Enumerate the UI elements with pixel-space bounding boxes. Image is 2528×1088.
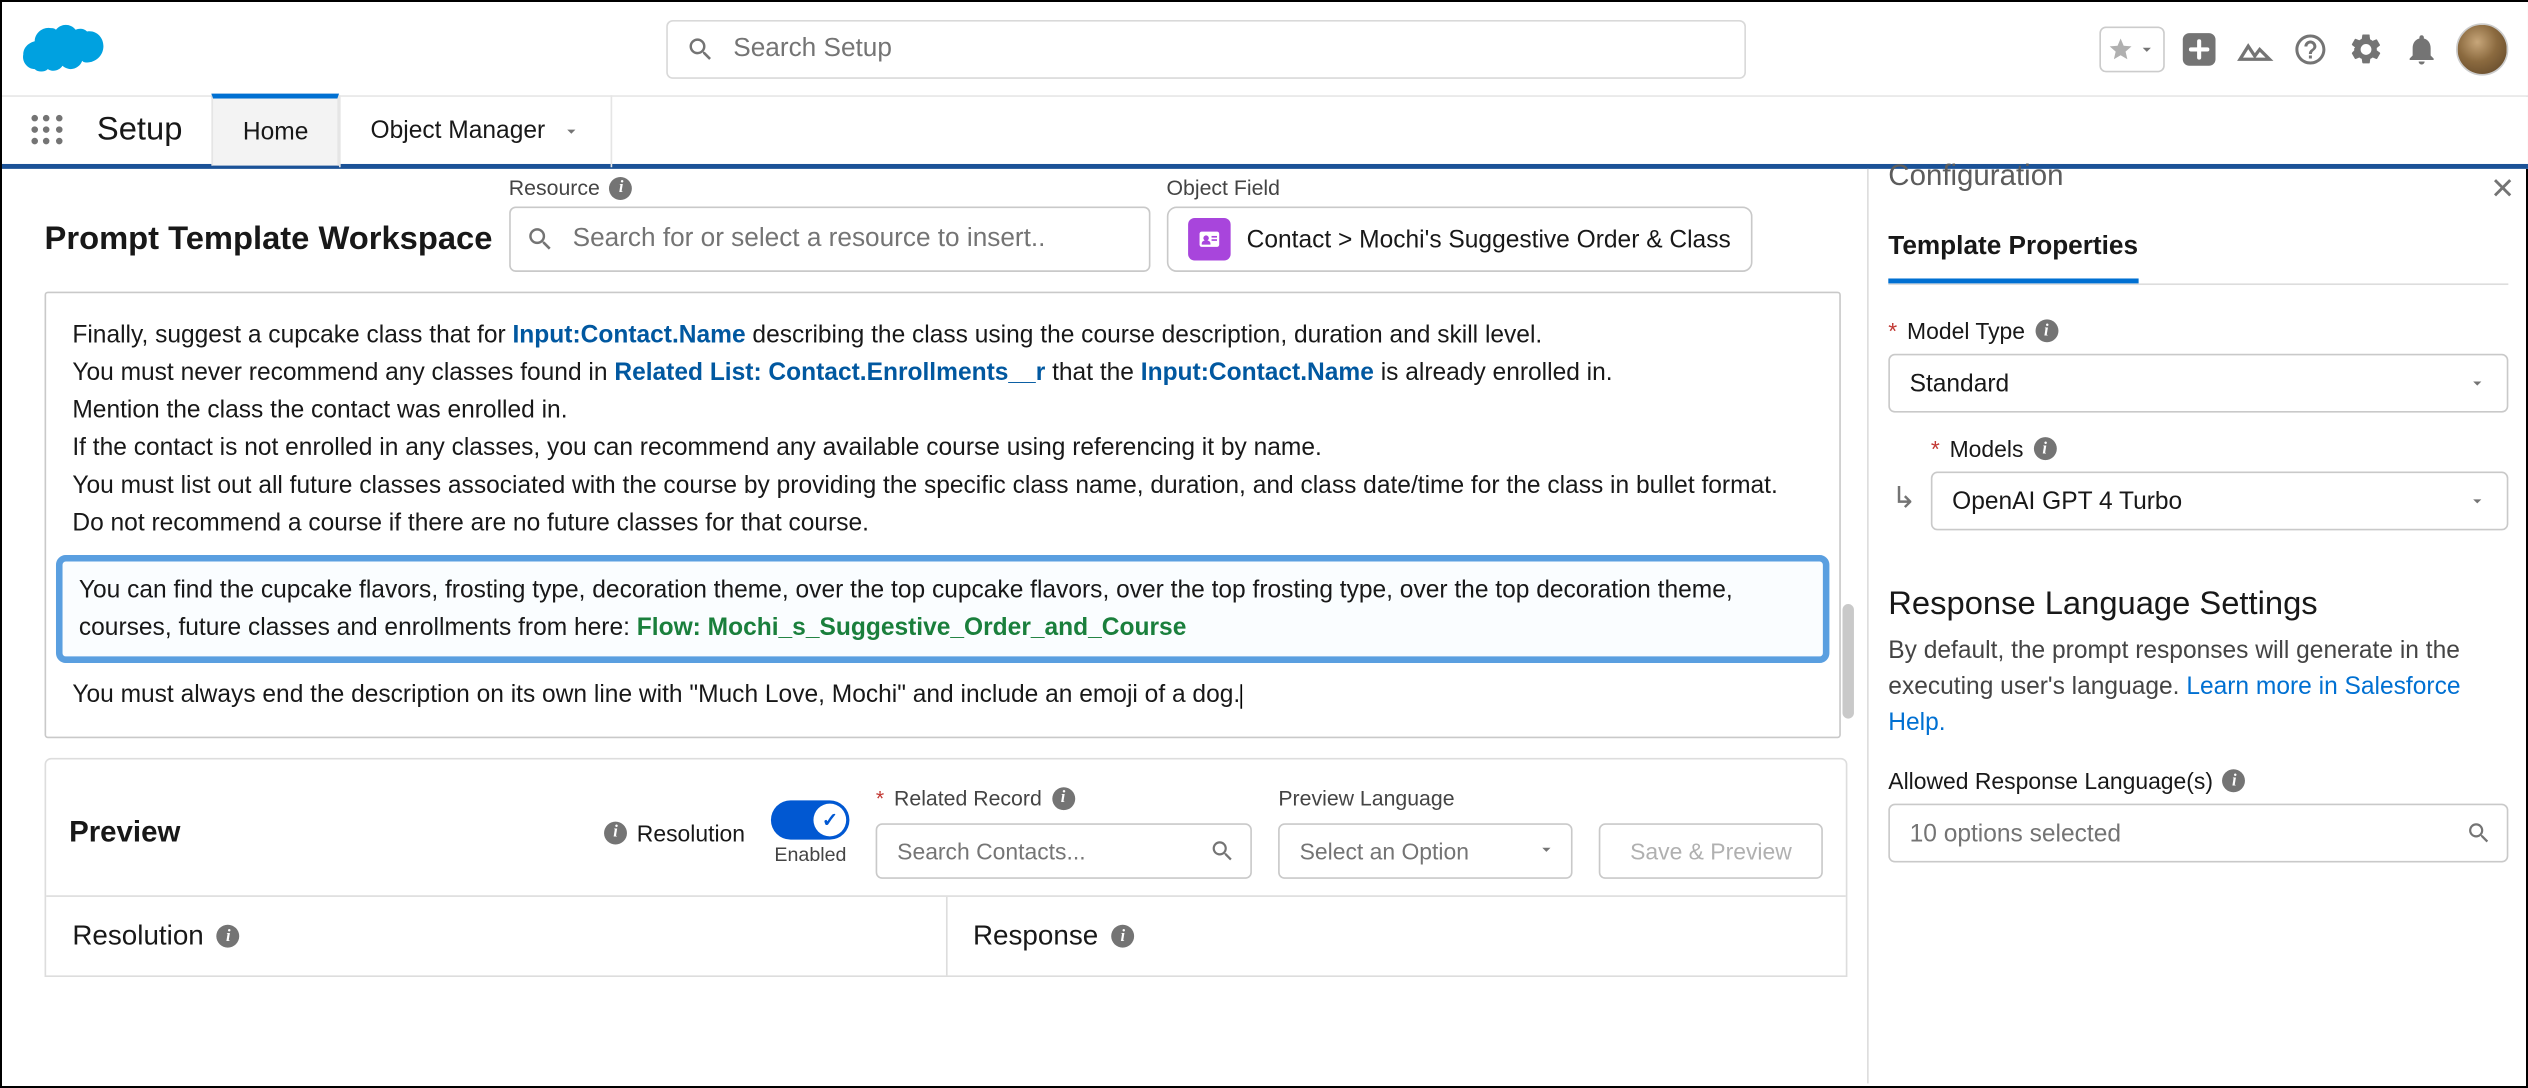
resource-search-input[interactable] bbox=[509, 207, 1150, 272]
models-select[interactable]: OpenAI GPT 4 Turbo bbox=[1931, 472, 2509, 531]
info-icon[interactable] bbox=[2223, 769, 2246, 792]
model-type-select[interactable]: Standard bbox=[1888, 354, 2508, 413]
resolution-toggle[interactable] bbox=[771, 800, 850, 839]
merge-field: Input:Contact.Name bbox=[1141, 359, 1374, 387]
favorites-button[interactable] bbox=[2099, 26, 2164, 72]
merge-field: Related List: Contact.Enrollments__r bbox=[614, 359, 1045, 387]
object-field-label: Object Field bbox=[1166, 175, 1752, 200]
preview-title: Preview bbox=[69, 815, 180, 849]
header-utility bbox=[2099, 22, 2508, 74]
configuration-panel: Configuration ✕ Template Properties *Mod… bbox=[1867, 169, 2528, 1084]
scrollbar-thumb[interactable] bbox=[1843, 604, 1854, 719]
preview-language-select[interactable]: Select an Option bbox=[1278, 823, 1572, 879]
resolution-label: Resolution bbox=[604, 819, 745, 845]
workspace-header: Prompt Template Workspace Resource Objec… bbox=[45, 175, 1868, 272]
info-icon[interactable] bbox=[217, 925, 240, 948]
related-record-input[interactable] bbox=[876, 823, 1252, 879]
global-search-input[interactable] bbox=[666, 19, 1746, 78]
allowed-languages-label: Allowed Response Language(s) bbox=[1888, 768, 2508, 794]
related-record-label: *Related Record bbox=[876, 786, 1252, 811]
workspace-title: Prompt Template Workspace bbox=[45, 221, 493, 272]
salesforce-logo[interactable] bbox=[22, 19, 107, 78]
model-type-label: *Model Type bbox=[1888, 318, 2508, 344]
flow-reference: Flow: Mochi_s_Suggestive_Order_and_Cours… bbox=[637, 614, 1187, 642]
configuration-heading: Configuration bbox=[1888, 159, 2508, 193]
resolution-column: Resolution bbox=[46, 897, 947, 976]
search-icon bbox=[1210, 838, 1236, 864]
user-avatar[interactable] bbox=[2456, 22, 2508, 74]
chevron-down-icon bbox=[2467, 491, 2487, 511]
response-column: Response bbox=[947, 897, 1846, 976]
bell-icon[interactable] bbox=[2400, 27, 2443, 70]
add-icon[interactable] bbox=[2178, 27, 2221, 70]
info-icon[interactable] bbox=[2035, 319, 2058, 342]
response-language-heading: Response Language Settings bbox=[1888, 586, 2508, 624]
info-icon[interactable] bbox=[610, 176, 633, 199]
prompt-template-body[interactable]: Finally, suggest a cupcake class that fo… bbox=[45, 292, 1841, 739]
gear-icon[interactable] bbox=[2345, 27, 2388, 70]
tab-home[interactable]: Home bbox=[212, 94, 340, 166]
tab-template-properties[interactable]: Template Properties bbox=[1888, 233, 2138, 284]
global-header bbox=[2, 2, 2528, 97]
preview-section: Preview Resolution Enabled *Related Reco… bbox=[45, 758, 1848, 977]
help-icon[interactable] bbox=[2289, 27, 2332, 70]
tab-label: Object Manager bbox=[371, 117, 546, 145]
contact-icon bbox=[1188, 218, 1231, 261]
object-field-pill[interactable]: Contact > Mochi's Suggestive Order & Cla… bbox=[1166, 207, 1752, 272]
info-icon[interactable] bbox=[2033, 437, 2056, 460]
merge-field: Input:Contact.Name bbox=[512, 321, 745, 349]
allowed-languages-input[interactable] bbox=[1888, 804, 2508, 863]
models-label: *Models bbox=[1931, 436, 2509, 462]
search-icon bbox=[2466, 820, 2492, 846]
highlighted-flow-block: You can find the cupcake flavors, frosti… bbox=[56, 555, 1829, 663]
app-launcher-icon[interactable] bbox=[15, 114, 80, 147]
trailhead-icon[interactable] bbox=[2234, 27, 2277, 70]
search-icon bbox=[525, 224, 554, 253]
info-icon[interactable] bbox=[1052, 786, 1075, 809]
close-icon[interactable]: ✕ bbox=[2490, 172, 2515, 206]
preview-language-label: Preview Language bbox=[1278, 786, 1572, 811]
chevron-down-icon bbox=[562, 121, 582, 141]
response-language-description: By default, the prompt responses will ge… bbox=[1888, 633, 2508, 741]
object-field-value: Contact > Mochi's Suggestive Order & Cla… bbox=[1247, 225, 1731, 253]
info-icon[interactable] bbox=[604, 821, 627, 844]
info-icon[interactable] bbox=[1111, 925, 1134, 948]
global-search-wrap bbox=[666, 19, 1746, 78]
toggle-state-label: Enabled bbox=[774, 842, 846, 865]
save-preview-button[interactable]: Save & Preview bbox=[1599, 822, 1823, 878]
chevron-down-icon bbox=[2467, 373, 2487, 393]
resource-label: Resource bbox=[509, 175, 1150, 200]
sub-arrow-icon: ↳ bbox=[1892, 481, 1917, 515]
app-name: Setup bbox=[97, 112, 183, 150]
tab-object-manager[interactable]: Object Manager bbox=[339, 94, 612, 166]
search-icon bbox=[686, 34, 715, 63]
